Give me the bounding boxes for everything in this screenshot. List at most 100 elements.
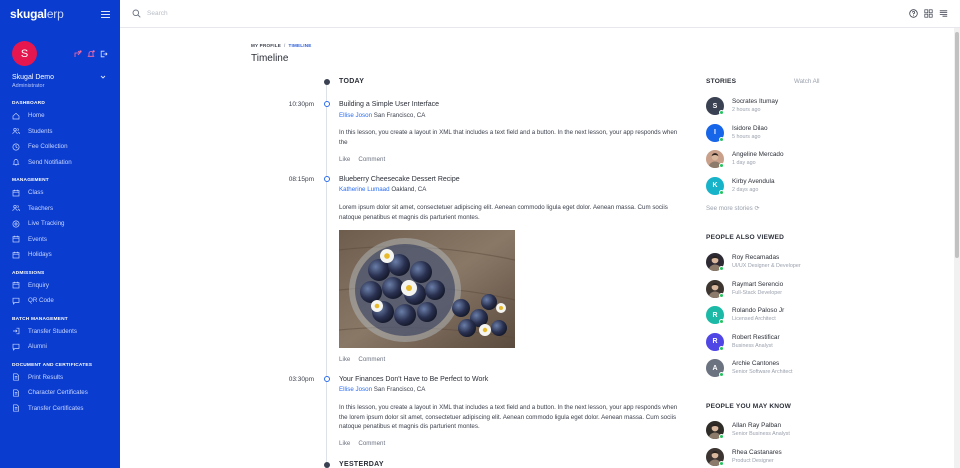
user-block[interactable]: Skugal Demo Administrator: [0, 66, 120, 89]
scrollbar-thumb[interactable]: [955, 32, 959, 258]
comment-button[interactable]: Comment: [358, 156, 385, 163]
home-icon: [12, 112, 20, 120]
users-icon: [12, 128, 20, 135]
document-icon: [13, 373, 19, 381]
person-name[interactable]: Raymart Serencio: [732, 281, 783, 288]
sidebar-item-print-results[interactable]: Print Results: [0, 370, 120, 386]
sidebar-item-home[interactable]: Home: [0, 108, 120, 124]
person-name[interactable]: Isidore Dilao: [732, 125, 768, 132]
event-author-link[interactable]: Katherine Lumaad: [339, 186, 390, 193]
sidebar-item-alumni[interactable]: Alumni: [0, 339, 120, 355]
brand-logo[interactable]: skugalerp: [10, 7, 64, 21]
sidebar-item-send-notifiation[interactable]: Send Notifiation: [0, 155, 120, 171]
apps-grid-icon[interactable]: [924, 9, 933, 18]
sidebar-item-class[interactable]: Class: [0, 185, 120, 201]
online-status-dot: [719, 460, 724, 466]
person-subtitle: Senior Business Analyst: [732, 431, 790, 437]
sidebar-item-label: Holidays: [28, 251, 52, 259]
like-button[interactable]: Like: [339, 356, 350, 363]
person-subtitle: 5 hours ago: [732, 133, 761, 140]
event-meta: Ellise Joson San Francisco, CA: [339, 112, 425, 119]
sidebar-item-live-tracking[interactable]: Live Tracking: [0, 216, 120, 232]
event-time: 08:15pm: [288, 176, 314, 183]
calendar-icon: [12, 236, 20, 243]
person-name[interactable]: Kirby Avendula: [732, 178, 775, 185]
sidebar-item-label: Transfer Certificates: [28, 404, 84, 412]
online-status-dot: [719, 319, 724, 324]
avatar-initial: I: [714, 129, 716, 136]
sidebar-item-qr-code[interactable]: QR Code: [0, 293, 120, 309]
share-icon[interactable]: [74, 49, 82, 58]
avatar-initial: S: [712, 102, 718, 110]
menu-toggle-icon[interactable]: [101, 10, 110, 18]
event-actions: Like Comment: [339, 156, 393, 163]
event-body: In this lesson, you create a layout in X…: [339, 404, 678, 430]
person-name[interactable]: Angeline Mercado: [732, 151, 784, 158]
text-align-icon[interactable]: [939, 9, 948, 18]
profile-row: S: [0, 28, 120, 66]
person-subtitle: 1 day ago: [732, 160, 756, 166]
event-actions: Like Comment: [339, 356, 393, 363]
brand-name-light: erp: [46, 7, 64, 21]
help-icon[interactable]: [909, 9, 918, 18]
sidebar-item-students[interactable]: Students: [0, 124, 120, 140]
like-button[interactable]: Like: [339, 156, 350, 163]
sidebar-item-holidays[interactable]: Holidays: [0, 247, 120, 263]
sidebar-item-label: Send Notifiation: [28, 158, 72, 166]
like-button[interactable]: Like: [339, 440, 350, 447]
chevron-down-icon[interactable]: [100, 74, 106, 80]
refresh-icon: ⟳: [754, 205, 760, 212]
sidebar-item-events[interactable]: Events: [0, 232, 120, 248]
person-name[interactable]: Roy Recamadas: [732, 254, 779, 261]
sidebar-section-title: DOCUMENT AND CERTIFICATES: [12, 362, 93, 368]
users-icon: [12, 205, 20, 212]
day-marker: [323, 462, 330, 468]
event-photo-blueberries[interactable]: [339, 230, 515, 348]
event-location: San Francisco, CA: [373, 112, 426, 119]
sidebar-item-label: Character Certificates: [28, 389, 88, 397]
breadcrumb-home[interactable]: MY PROFILE: [251, 43, 281, 48]
people-you-may-know-title: PEOPLE YOU MAY KNOW: [706, 403, 792, 410]
stories-title: STORIES: [706, 78, 737, 85]
event-title[interactable]: Your Finances Don't Have to Be Perfect t…: [339, 376, 488, 383]
sidebar: skugalerp S Skugal Demo Administrator DA…: [0, 0, 120, 468]
person-name[interactable]: Allan Ray Palban: [732, 422, 781, 429]
event-author-link[interactable]: Ellise Joson: [339, 386, 372, 393]
bell-icon: [12, 159, 20, 166]
person-subtitle: Product Designer: [732, 457, 774, 464]
person-subtitle: Licensed Architect: [732, 316, 776, 322]
online-status-dot: [719, 345, 724, 351]
sidebar-item-teachers[interactable]: Teachers: [0, 201, 120, 217]
comment-button[interactable]: Comment: [358, 356, 385, 363]
person-name[interactable]: Rhea Castanares: [732, 449, 782, 456]
day-marker: [323, 79, 330, 85]
event-title[interactable]: Blueberry Cheesecake Dessert Recipe: [339, 176, 460, 183]
online-status-dot: [719, 372, 724, 377]
sidebar-item-character-certificates[interactable]: Character Certificates: [0, 385, 120, 401]
person-name[interactable]: Socrates Itumay: [732, 98, 778, 105]
event-actions: Like Comment: [339, 440, 393, 447]
see-more-stories-link[interactable]: See more stories ⟳: [706, 205, 760, 212]
logout-icon[interactable]: [100, 50, 108, 58]
sidebar-item-fee-collection[interactable]: Fee Collection: [0, 139, 120, 155]
sidebar-item-label: Students: [28, 127, 53, 135]
event-author-link[interactable]: Ellise Joson: [339, 112, 372, 119]
comment-button[interactable]: Comment: [358, 440, 385, 447]
person-name[interactable]: Robert Restificar: [732, 334, 780, 341]
bell-icon[interactable]: [87, 49, 95, 58]
event-title[interactable]: Building a Simple User Interface: [339, 101, 439, 108]
avatar[interactable]: S: [12, 41, 37, 66]
search-input[interactable]: [147, 10, 267, 17]
person-name[interactable]: Rolando Paloso Jr: [732, 307, 784, 314]
online-status-dot: [719, 434, 724, 439]
calendar-icon: [12, 282, 20, 289]
sidebar-item-transfer-students[interactable]: Transfer Students: [0, 324, 120, 340]
page-scrollbar[interactable]: [954, 28, 960, 468]
sidebar-item-transfer-certificates[interactable]: Transfer Certificates: [0, 401, 120, 417]
watch-all-link[interactable]: Watch All: [794, 78, 820, 85]
sidebar-item-label: Enquiry: [28, 281, 49, 289]
sidebar-item-label: Transfer Students: [28, 327, 77, 335]
sidebar-item-enquiry[interactable]: Enquiry: [0, 278, 120, 294]
online-status-dot: [719, 110, 724, 115]
person-name[interactable]: Archie Cantones: [732, 360, 779, 367]
